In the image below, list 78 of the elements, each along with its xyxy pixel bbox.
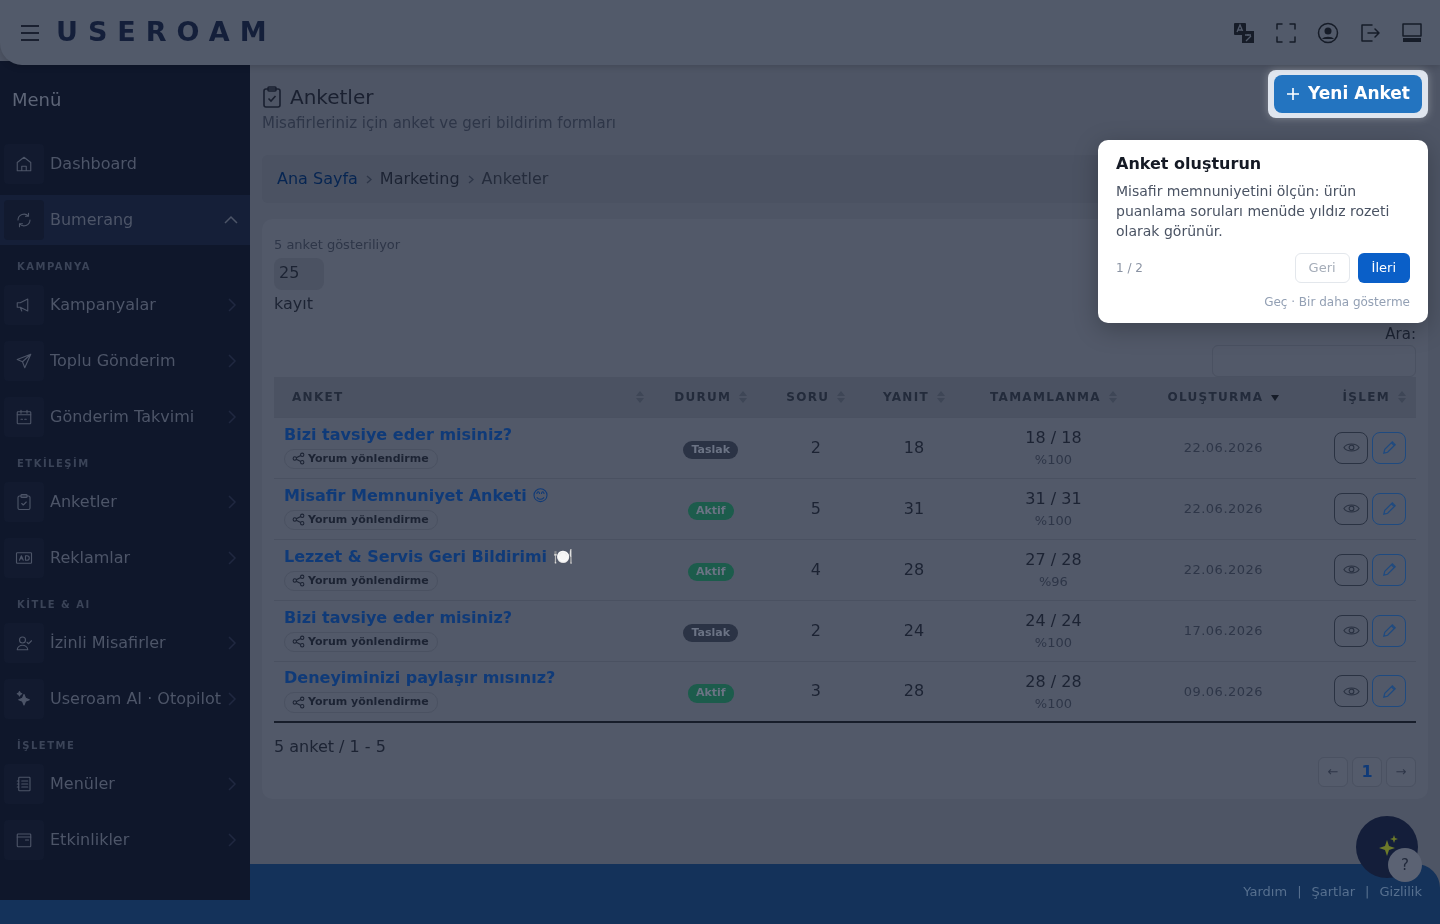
footer-link[interactable]: Gizlilik: [1379, 882, 1422, 902]
status-badge: Taslak: [683, 440, 739, 459]
sidebar-item[interactable]: Anketler: [4, 477, 250, 527]
view-button[interactable]: [1334, 431, 1368, 464]
edit-button[interactable]: [1372, 492, 1406, 525]
separator-icon: [365, 174, 372, 184]
sidebar-item[interactable]: Dashboard: [4, 139, 250, 189]
back-button[interactable]: Geri: [1294, 253, 1350, 283]
user-icon[interactable]: [1316, 20, 1340, 45]
edit-button[interactable]: [1372, 675, 1406, 708]
sidebar-item[interactable]: Toplu Gönderim: [4, 336, 250, 386]
previous-page-button[interactable]: ←: [1318, 757, 1348, 787]
sidebar-item[interactable]: Etkinlikler: [4, 815, 250, 865]
breadcrumb-item[interactable]: Ana Sayfa: [277, 166, 358, 191]
share-icon: [292, 513, 305, 527]
home-icon: [15, 155, 33, 173]
edit-button[interactable]: [1372, 431, 1406, 464]
survey-title-link[interactable]: Deneyiminizi paylaşır mısınız?: [284, 666, 644, 691]
fullscreen-icon[interactable]: [1274, 20, 1298, 45]
sidebar-item[interactable]: Kampanyalar: [4, 280, 250, 330]
share-icon: [292, 635, 305, 649]
separator: |: [1297, 883, 1302, 902]
footer-link[interactable]: Şartlar: [1311, 882, 1356, 902]
view-button[interactable]: [1334, 614, 1368, 647]
calendar-icon: [15, 408, 33, 426]
status-badge: Aktif: [687, 684, 734, 703]
popover-text: Misafir memnuniyetini ölçün: ürün puanlama soruları menüde yıldız rozeti olarak görünür.: [1116, 182, 1391, 242]
edit-button[interactable]: [1372, 553, 1406, 586]
view-button[interactable]: [1334, 675, 1368, 708]
skip-link[interactable]: Geç · Bir daha gösterme: [1264, 294, 1410, 309]
sidebar-item[interactable]: Bumerang: [0, 195, 250, 245]
sidebar-item[interactable]: İzinli Misafirler: [4, 618, 250, 668]
clipboard-icon: [15, 493, 33, 511]
next-page-button[interactable]: →: [1386, 757, 1416, 787]
pencil-icon: [1380, 682, 1398, 700]
plus-icon: [1286, 86, 1301, 101]
pencil-icon: [1380, 500, 1398, 517]
pencil-icon: [1380, 622, 1398, 639]
survey-title-link[interactable]: Lezzet & Servis Geri Bildirimi 🍽: [284, 544, 644, 569]
menu-list-icon: [15, 775, 33, 793]
share-icon: [292, 574, 305, 588]
new-survey-button[interactable]: Yeni Anket: [1274, 75, 1422, 113]
sidebar-item[interactable]: Menüler: [4, 759, 250, 809]
view-button[interactable]: [1334, 553, 1368, 586]
status-badge: Taslak: [683, 623, 739, 642]
user-check-icon: [15, 634, 33, 652]
popover-title: Anket oluşturun: [1116, 154, 1263, 174]
logo: USEROAM: [56, 15, 277, 50]
translate-icon[interactable]: [1232, 20, 1256, 45]
monitor-icon[interactable]: [1400, 20, 1424, 45]
clipboard-icon: [262, 86, 282, 108]
sidebar-item[interactable]: Useroam AI · Otopilot: [4, 674, 250, 724]
separator: |: [1365, 883, 1370, 902]
pencil-icon: [1380, 561, 1398, 578]
footer-link[interactable]: Yardım: [1243, 882, 1288, 902]
step-counter: 1 / 2: [1116, 259, 1143, 277]
menu-icon[interactable]: [20, 23, 40, 42]
next-button[interactable]: İleri: [1357, 253, 1410, 283]
share-icon: [292, 696, 305, 710]
sidebar-item[interactable]: Gönderim Takvimi: [4, 392, 250, 442]
separator-icon: [467, 174, 474, 184]
status-badge: Aktif: [687, 501, 734, 520]
calendar-icon: [15, 831, 33, 849]
sparkles-icon: [15, 690, 33, 708]
pencil-icon: [1380, 439, 1398, 456]
sidebar-item[interactable]: Reklamlar: [4, 533, 250, 583]
survey-title-link[interactable]: Bizi tavsiye eder misiniz?: [284, 422, 644, 447]
status-badge: Aktif: [687, 562, 734, 581]
survey-title-link[interactable]: Bizi tavsiye eder misiniz?: [284, 605, 644, 630]
sidebar-title: Menü: [11, 88, 63, 112]
view-button[interactable]: [1334, 492, 1368, 525]
send-icon: [15, 352, 33, 370]
share-icon: [292, 452, 305, 466]
ad-icon: [15, 549, 33, 567]
refresh-icon: [15, 211, 33, 229]
edit-button[interactable]: [1372, 614, 1406, 647]
page-button[interactable]: 1: [1352, 757, 1382, 787]
survey-title-link[interactable]: Misafir Memnuniyet Anketi 😊: [284, 483, 644, 508]
